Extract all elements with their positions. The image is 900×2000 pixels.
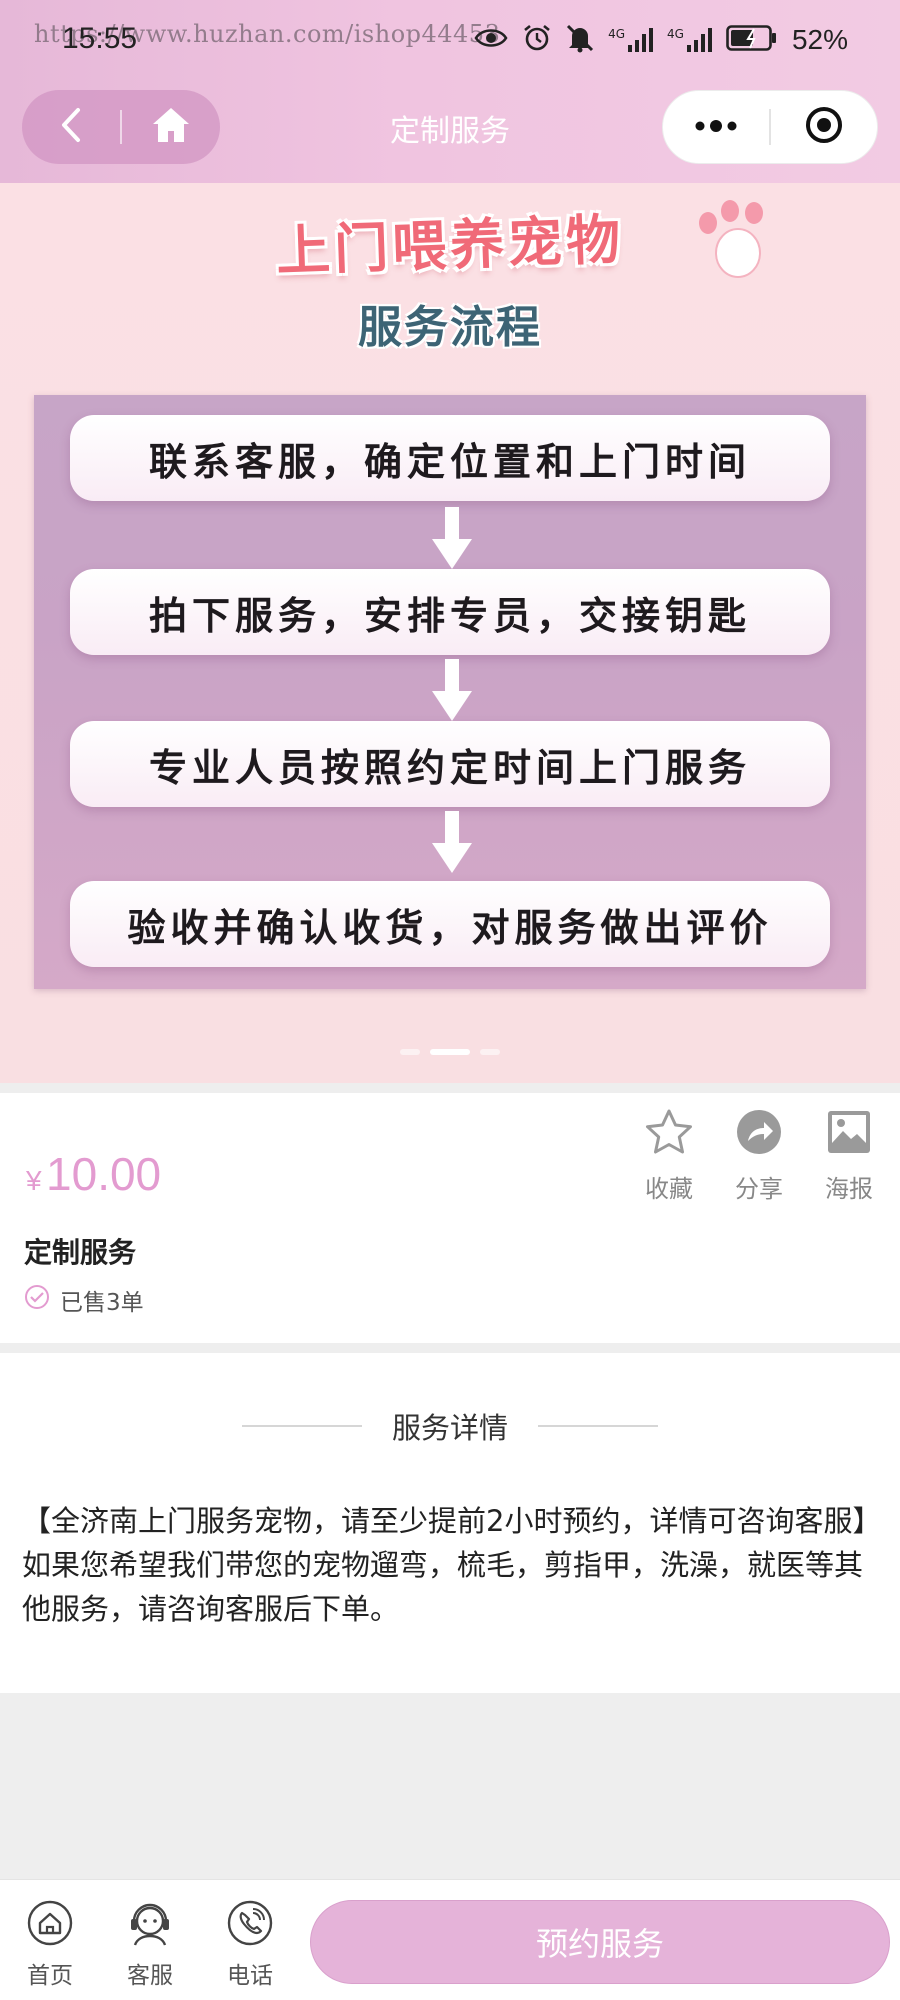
carousel-dot-active[interactable] — [430, 1049, 470, 1055]
divider — [241, 1425, 362, 1427]
header: https://www.huzhan.com/ishop44453 15:55 … — [0, 0, 900, 183]
details-header: 服务详情 — [0, 1405, 900, 1447]
tab-home-label: 首页 — [27, 1963, 73, 1989]
alarm-icon — [522, 23, 552, 57]
status-time: 15:55 — [62, 22, 138, 55]
more-dots-icon — [694, 118, 738, 137]
banner-subtitle: 服务流程 — [358, 302, 542, 353]
poster-button[interactable]: 海报 — [822, 1105, 876, 1204]
carousel-indicator — [0, 1049, 900, 1055]
tab-customer-service[interactable]: 客服 — [115, 1898, 185, 1990]
currency-symbol: ¥ — [26, 1165, 42, 1196]
flow-step: 联系客服，确定位置和上门时间 — [70, 415, 830, 501]
miniprogram-capsule — [662, 90, 878, 164]
mute-bell-icon — [566, 23, 594, 57]
check-circle-icon — [24, 1284, 50, 1316]
star-icon — [642, 1105, 696, 1159]
carousel-dot[interactable] — [480, 1049, 500, 1055]
sold-text: 已售3单 — [60, 1290, 144, 1316]
book-service-button[interactable]: 预约服务 — [310, 1900, 890, 1984]
bottom-action-bar: 首页 客服 电话 预约服务 — [0, 1879, 900, 2000]
details-paragraph: 【全济南上门服务宠物，请至少提前2小时预约，详情可咨询客服】 — [22, 1504, 882, 1538]
battery-percentage: 52% — [791, 24, 848, 55]
tab-phone[interactable]: 电话 — [215, 1898, 285, 1990]
service-flow-panel: 联系客服，确定位置和上门时间 拍下服务，安排专员，交接钥匙 专业人员按照约定时间… — [34, 395, 866, 989]
arrow-down-icon — [432, 507, 472, 569]
arrow-down-icon — [432, 811, 472, 873]
price-value: 10.00 — [46, 1148, 162, 1200]
details-body: 【全济南上门服务宠物，请至少提前2小时预约，详情可咨询客服】 如果您希望我们带您… — [22, 1499, 882, 1631]
details-paragraph: 如果您希望我们带您的宠物遛弯，梳毛，剪指甲，洗澡，就医等其他服务，请咨询客服后下… — [22, 1548, 864, 1626]
product-info: ¥ 10.00 收藏 分享 海报 定制服务 已售3单 — [0, 1093, 900, 1343]
signal-icon: 4G — [608, 27, 654, 53]
divider — [538, 1425, 658, 1427]
price: ¥ 10.00 — [26, 1147, 161, 1201]
battery-icon — [726, 24, 778, 56]
poster-label: 海报 — [825, 1175, 873, 1203]
banner-carousel[interactable]: 上门喂养宠物 服务流程 联系客服，确定位置和上门时间 拍下服务，安排专员，交接钥… — [0, 183, 900, 1083]
product-name: 定制服务 — [24, 1236, 137, 1269]
carousel-dot[interactable] — [400, 1049, 420, 1055]
close-miniprogram-button[interactable] — [771, 90, 877, 164]
phone-icon — [225, 1898, 275, 1948]
favorite-button[interactable]: 收藏 — [642, 1105, 696, 1204]
service-details: 服务详情 【全济南上门服务宠物，请至少提前2小时预约，详情可咨询客服】 如果您希… — [0, 1353, 900, 1693]
more-button[interactable] — [663, 90, 769, 164]
status-icons: 4G 4G 52% — [474, 18, 848, 62]
tab-customer-service-label: 客服 — [127, 1963, 173, 1989]
target-circle-icon — [804, 105, 844, 149]
details-title: 服务详情 — [391, 1411, 508, 1445]
tab-home[interactable]: 首页 — [15, 1898, 85, 1990]
customer-service-icon — [125, 1898, 175, 1948]
sold-count: 已售3单 — [24, 1283, 144, 1317]
tab-phone-label: 电话 — [227, 1963, 273, 1989]
share-button[interactable]: 分享 — [732, 1105, 786, 1204]
favorite-label: 收藏 — [645, 1175, 693, 1203]
home-icon — [25, 1898, 75, 1948]
product-actions: 收藏 分享 海报 — [642, 1105, 876, 1204]
arrow-down-icon — [432, 659, 472, 721]
image-icon — [822, 1105, 876, 1159]
status-bar: https://www.huzhan.com/ishop44453 15:55 … — [0, 0, 900, 80]
share-label: 分享 — [735, 1175, 783, 1203]
flow-step: 验收并确认收货，对服务做出评价 — [70, 881, 830, 967]
signal-icon-2: 4G — [667, 27, 712, 53]
share-arrow-icon — [732, 1105, 786, 1159]
paw-icon — [686, 195, 786, 285]
flow-step: 拍下服务，安排专员，交接钥匙 — [70, 569, 830, 655]
eye-icon — [474, 26, 508, 54]
flow-step: 专业人员按照约定时间上门服务 — [70, 721, 830, 807]
